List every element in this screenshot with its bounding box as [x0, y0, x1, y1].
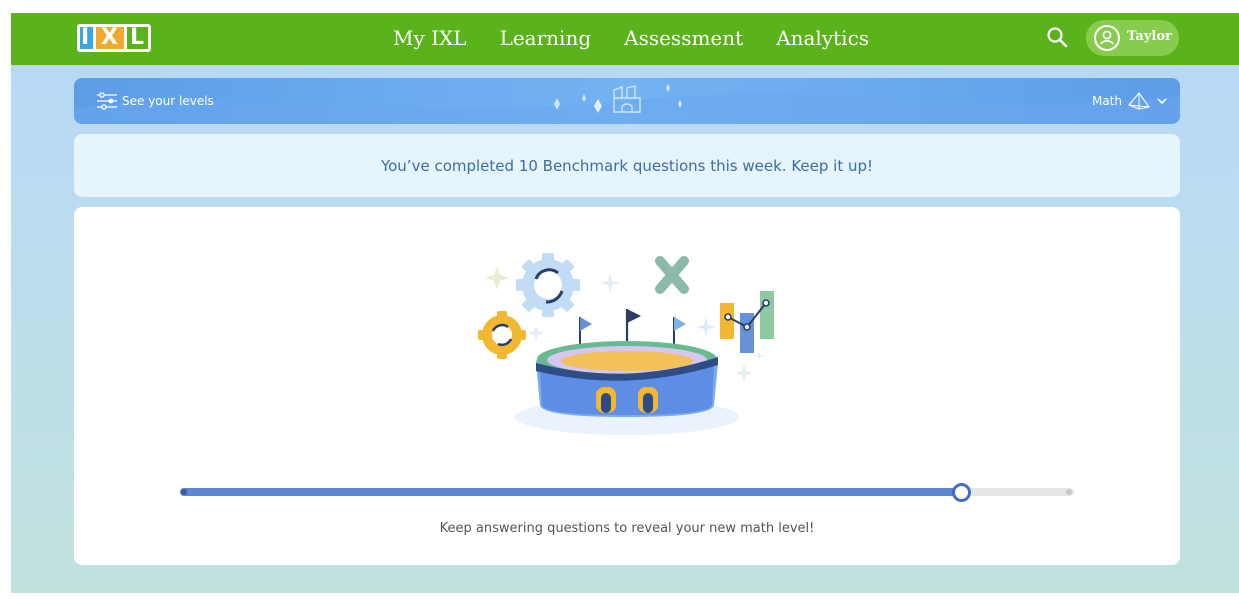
progress-caption: Keep answering questions to reveal your … — [439, 521, 815, 536]
logo-letter-i: I — [81, 25, 90, 50]
nav-my-ixl[interactable]: My IXL — [393, 25, 467, 53]
gear-icon — [516, 253, 580, 317]
progress-end-dot — [1066, 489, 1072, 495]
progress-fill — [180, 488, 962, 496]
top-nav-bar: I X L My IXL Learning Assessment Analyti… — [11, 13, 1239, 65]
gear-icon — [478, 311, 526, 359]
stadium-illustration — [478, 253, 774, 435]
subject-label: Math — [1091, 94, 1122, 108]
search-icon[interactable] — [1045, 25, 1071, 51]
main-nav: My IXL Learning Assessment Analytics — [393, 25, 902, 53]
logo-letter-l: L — [130, 25, 145, 50]
benchmark-notice: You’ve completed 10 Benchmark questions … — [74, 134, 1180, 197]
nav-assessment[interactable]: Assessment — [624, 25, 743, 53]
logo-letter-x: X — [101, 25, 118, 50]
chevron-down-icon — [1157, 98, 1167, 105]
user-name: Taylor — [1127, 29, 1172, 44]
stadium-icon — [536, 341, 718, 417]
subject-selector[interactable]: Math — [1092, 91, 1168, 111]
pyramid-icon — [1128, 92, 1150, 110]
nav-analytics[interactable]: Analytics — [776, 25, 869, 53]
user-icon — [1094, 25, 1120, 51]
levels-banner: See your levels Math — [74, 78, 1180, 124]
app-frame: I X L My IXL Learning Assessment Analyti… — [11, 13, 1239, 593]
multiply-icon — [655, 256, 689, 294]
nav-learning[interactable]: Learning — [500, 25, 592, 53]
banner-decoration — [74, 84, 1180, 124]
ixl-logo[interactable]: I X L — [77, 24, 151, 52]
level-progress-card: Keep answering questions to reveal your … — [74, 207, 1180, 565]
see-levels-link[interactable]: See your levels — [96, 91, 214, 111]
progress-knob[interactable] — [952, 483, 972, 502]
see-levels-label: See your levels — [122, 94, 214, 108]
sliders-icon — [97, 92, 117, 110]
progress-start-dot — [181, 489, 187, 495]
level-progress-bar — [180, 483, 1074, 502]
benchmark-notice-text: You’ve completed 10 Benchmark questions … — [380, 156, 874, 175]
bar-chart-icon — [720, 291, 774, 353]
user-menu-button[interactable]: Taylor — [1086, 20, 1179, 56]
